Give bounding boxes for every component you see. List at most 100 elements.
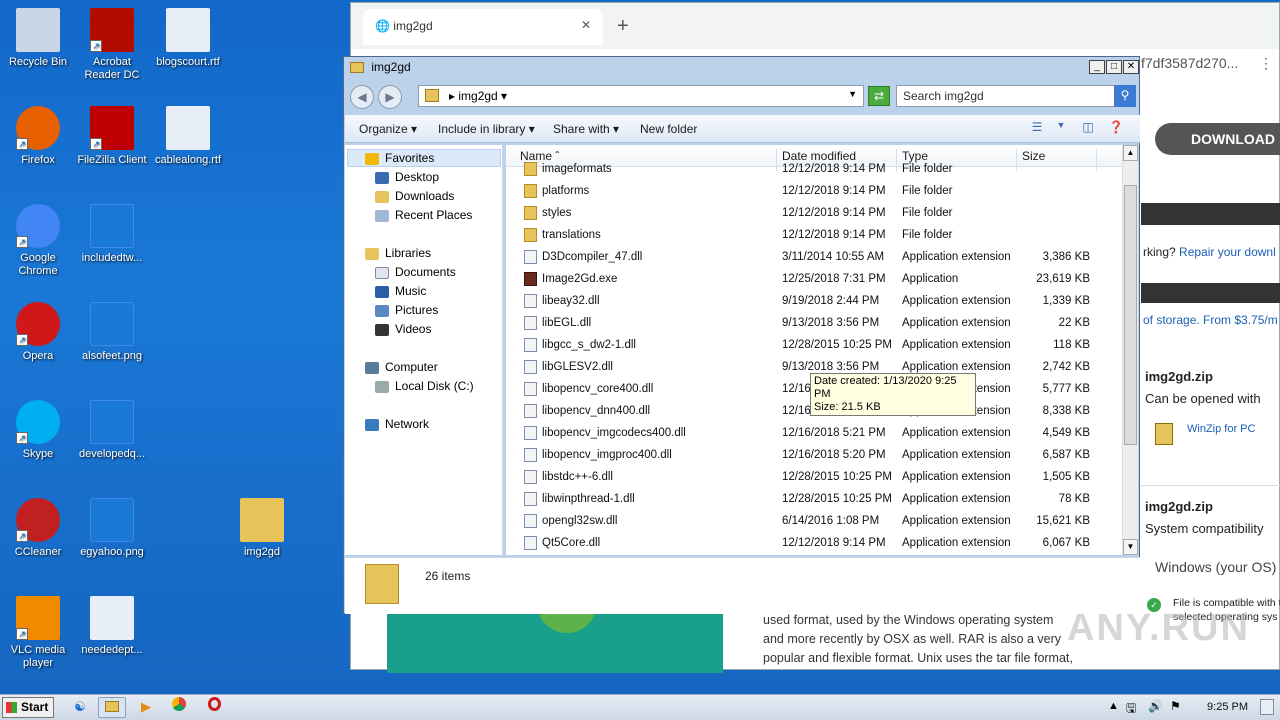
nav-favorites[interactable]: Favorites	[365, 151, 434, 165]
file-row[interactable]: libstdc++-6.dll 12/28/2015 10:25 PM Applic…	[506, 467, 1122, 489]
show-desktop-button[interactable]	[1260, 699, 1274, 715]
desktop-icon-item[interactable]: ↗ Skype	[0, 400, 76, 461]
refresh-button[interactable]: ⇄	[868, 86, 890, 106]
chrome-icon: ↗	[16, 204, 60, 248]
clock[interactable]: 9:25 PM	[1207, 701, 1248, 713]
shortcut-arrow-icon: ↗	[16, 432, 28, 444]
help-icon[interactable]: ❓	[1107, 120, 1125, 136]
file-row[interactable]: libwinpthread-1.dll 12/28/2015 10:25 PM Ap…	[506, 489, 1122, 511]
include-in-library-button[interactable]: Include in library ▾	[438, 122, 535, 136]
nav-documents[interactable]: Documents	[375, 265, 456, 279]
share-with-button[interactable]: Share with ▾	[553, 122, 619, 136]
preview-pane-icon[interactable]: ◫	[1079, 120, 1097, 136]
firefox-icon: ↗	[16, 106, 60, 150]
desktop-icon-item[interactable]: egyahoo.png	[74, 498, 150, 559]
file-row[interactable]: libopencv_imgproc400.dll 12/16/2018 5:20 …	[506, 445, 1122, 467]
file-row[interactable]: D3Dcompiler_47.dll 3/11/2014 10:55 AM Appl…	[506, 247, 1122, 269]
browser-menu-icon[interactable]: ⋮	[1259, 55, 1273, 72]
breadcrumb[interactable]: img2gd	[458, 89, 497, 103]
new-folder-button[interactable]: New folder	[640, 122, 697, 136]
new-tab-button[interactable]: +	[617, 15, 629, 38]
internet-explorer-icon[interactable]: ☯	[66, 697, 94, 718]
address-bar-tail[interactable]: f7df3587d270...	[1141, 55, 1238, 71]
explorer-window: img2gd _ □ ✕ ◀ ▶ ▸ img2gd ▾ ▼ ⇄ Search i…	[343, 56, 1140, 614]
speaker-icon[interactable]: 🔊	[1148, 699, 1163, 713]
file-row[interactable]: opengl32sw.dll 6/14/2016 1:08 PM Applicati…	[506, 511, 1122, 533]
desktop-icon-item[interactable]: ↗ FileZilla Client	[74, 106, 150, 167]
file-row[interactable]: libeay32.dll 9/19/2018 2:44 PM Application…	[506, 291, 1122, 313]
file-type: Application extension	[902, 427, 1011, 439]
scroll-down-button[interactable]: ▼	[1123, 539, 1138, 555]
scroll-thumb[interactable]	[1124, 185, 1137, 445]
start-button[interactable]: Start	[2, 697, 54, 718]
explorer-taskbar-icon[interactable]	[98, 697, 126, 718]
file-row[interactable]: libopencv_imgcodecs400.dll 12/16/2018 5:2…	[506, 423, 1122, 445]
desktop-icon-item[interactable]: ↗ Firefox	[0, 106, 76, 167]
desktop-icon-item[interactable]: cablealong.rtf	[150, 106, 226, 167]
nav-computer[interactable]: Computer	[365, 360, 438, 374]
desktop-icon-item[interactable]: blogscourt.rtf	[150, 8, 226, 69]
desktop-icon-item[interactable]: includedtw...	[74, 204, 150, 265]
vertical-scrollbar[interactable]: ▲ ▼	[1122, 145, 1138, 555]
browser-tab[interactable]: 🌐 img2gd ✕	[363, 9, 603, 45]
download-button[interactable]: DOWNLOAD	[1155, 123, 1280, 155]
desktop-icon-item[interactable]: img2gd	[224, 498, 300, 559]
storage-link[interactable]: of storage. From $3.75/m	[1143, 313, 1278, 327]
libraries-icon	[365, 247, 379, 260]
desktop-icon-item[interactable]: ↗ VLC media player	[0, 596, 76, 670]
repair-link[interactable]: Repair your downl	[1179, 245, 1276, 259]
desktop-icon-item[interactable]: ↗ Acrobat Reader DC	[74, 8, 150, 82]
search-input[interactable]: Search img2gd ⚲	[896, 85, 1136, 107]
show-hidden-icons[interactable]: ▲	[1108, 700, 1119, 712]
nav-local-disk[interactable]: Local Disk (C:)	[375, 379, 474, 393]
repair-text: rking? Repair your downl	[1143, 245, 1276, 259]
file-row[interactable]: platforms 12/12/2018 9:14 PM File folder	[506, 181, 1122, 203]
file-row[interactable]: libEGL.dll 9/13/2018 3:56 PM Application e…	[506, 313, 1122, 335]
view-options-icon[interactable]: ☰	[1028, 120, 1046, 136]
nav-pictures[interactable]: Pictures	[375, 303, 438, 317]
file-size: 22 KB	[1058, 317, 1090, 329]
nav-libraries[interactable]: Libraries	[365, 246, 431, 260]
organize-button[interactable]: Organize ▾	[359, 122, 417, 136]
desktop-icon-item[interactable]: Recycle Bin	[0, 8, 76, 69]
back-button[interactable]: ◀	[350, 85, 374, 109]
shortcut-arrow-icon: ↗	[16, 334, 28, 346]
chevron-down-icon[interactable]: ▼	[1052, 120, 1070, 136]
desktop-icon-item[interactable]: neededept...	[74, 596, 150, 657]
desktop-icon-item[interactable]: ↗ CCleaner	[0, 498, 76, 559]
file-row[interactable]: libgcc_s_dw2-1.dll 12/28/2015 10:25 PM App…	[506, 335, 1122, 357]
file-row[interactable]: Qt5Core.dll 12/12/2018 9:14 PM Application…	[506, 533, 1122, 555]
maximize-button[interactable]: □	[1106, 60, 1122, 74]
nav-recent-places[interactable]: Recent Places	[375, 208, 472, 222]
title-bar[interactable]: img2gd	[344, 57, 1139, 79]
winzip-link[interactable]: WinZip for PC	[1187, 423, 1255, 435]
close-button[interactable]: ✕	[1123, 60, 1139, 74]
nav-downloads[interactable]: Downloads	[375, 189, 454, 203]
file-row[interactable]: Image2Gd.exe 12/25/2018 7:31 PM Applicatio…	[506, 269, 1122, 291]
network-tray-icon[interactable]: 🖫	[1126, 699, 1136, 720]
nav-network[interactable]: Network	[365, 417, 429, 431]
opera-taskbar-icon[interactable]	[200, 697, 228, 718]
minimize-button[interactable]: _	[1089, 60, 1105, 74]
chrome-taskbar-icon[interactable]	[165, 697, 193, 718]
search-icon[interactable]: ⚲	[1114, 85, 1136, 107]
nav-desktop[interactable]: Desktop	[375, 170, 439, 184]
file-type: Application extension	[902, 537, 1011, 549]
desktop-icon-item[interactable]: ↗ Google Chrome	[0, 204, 76, 278]
scroll-up-button[interactable]: ▲	[1123, 145, 1138, 161]
nav-music[interactable]: Music	[375, 284, 426, 298]
close-tab-icon[interactable]: ✕	[581, 18, 591, 32]
flag-icon[interactable]: ⚑	[1170, 699, 1181, 713]
desktop-icon-item[interactable]: alsofeet.png	[74, 302, 150, 363]
chevron-down-icon[interactable]: ▼	[848, 89, 857, 99]
file-row[interactable]: styles 12/12/2018 9:14 PM File folder	[506, 203, 1122, 225]
file-row[interactable]: translations 12/12/2018 9:14 PM File folde…	[506, 225, 1122, 247]
desktop-icon-item[interactable]: ↗ Opera	[0, 302, 76, 363]
forward-button[interactable]: ▶	[378, 85, 402, 109]
media-player-icon[interactable]: ▶	[132, 697, 160, 718]
address-bar[interactable]: ▸ img2gd ▾ ▼	[418, 85, 864, 107]
file-row[interactable]: imageformats 12/12/2018 9:14 PM File folde…	[506, 159, 1122, 181]
dll-file-icon	[524, 448, 537, 462]
desktop-icon-item[interactable]: developedq...	[74, 400, 150, 461]
nav-videos[interactable]: Videos	[375, 322, 431, 336]
